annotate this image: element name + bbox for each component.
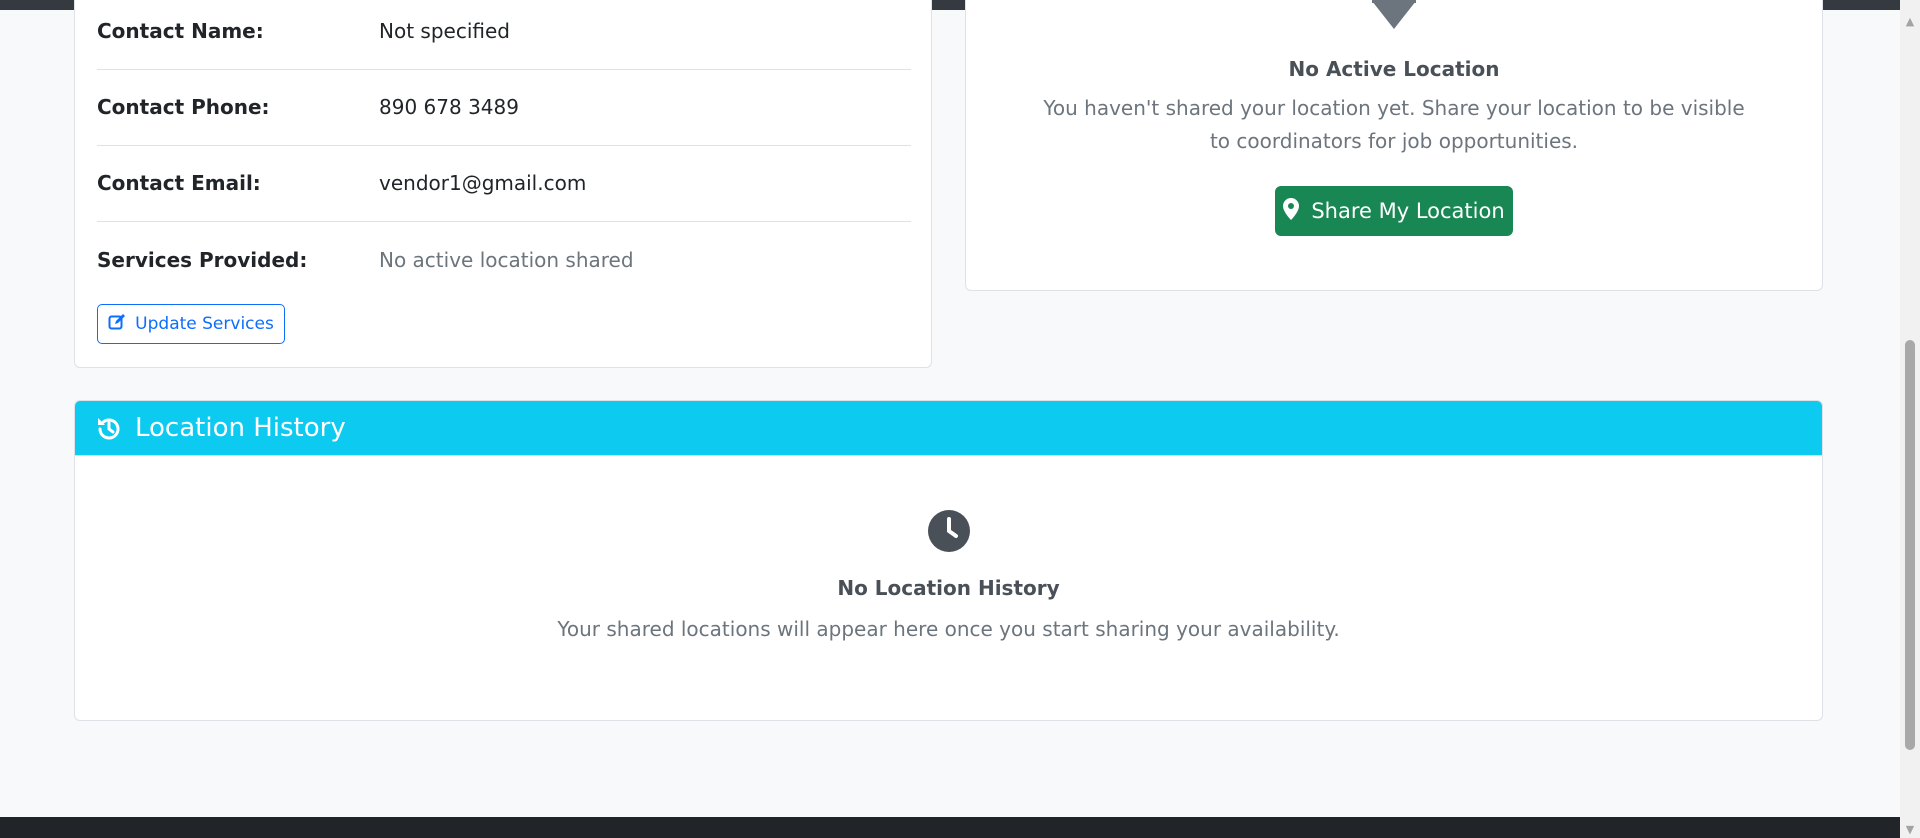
contact-email-row: Contact Email: vendor1@gmail.com <box>97 145 911 222</box>
edit-icon <box>108 313 126 336</box>
location-history-title: Location History <box>135 413 346 443</box>
location-status-card: No Active Location You haven't shared yo… <box>965 0 1823 291</box>
contact-phone-value: 890 678 3489 <box>379 95 519 119</box>
location-history-header: Location History <box>75 401 1822 456</box>
footer-bar <box>0 817 1900 838</box>
contact-name-row: Contact Name: Not specified <box>97 0 911 70</box>
contact-email-value: vendor1@gmail.com <box>379 171 587 195</box>
scrollbar-thumb[interactable] <box>1905 340 1915 750</box>
no-active-location-message: You haven't shared your location yet. Sh… <box>1043 96 1745 153</box>
map-pin-icon <box>1283 197 1300 225</box>
clock-icon <box>928 510 970 556</box>
update-services-label: Update Services <box>135 314 274 334</box>
contact-phone-row: Contact Phone: 890 678 3489 <box>97 69 911 146</box>
location-history-card: Location History No Location History You… <box>74 400 1823 721</box>
history-icon <box>95 415 123 447</box>
services-provided-label: Services Provided: <box>97 248 308 272</box>
no-location-history-title: No Location History <box>837 576 1060 600</box>
no-active-location-title: No Active Location <box>1288 57 1500 81</box>
contact-phone-label: Contact Phone: <box>97 95 270 119</box>
services-provided-value: No active location shared <box>379 248 634 272</box>
no-location-history-message: Your shared locations will appear here o… <box>557 617 1340 641</box>
page-scrollbar[interactable]: ▲ ▼ <box>1900 0 1920 838</box>
contact-name-value: Not specified <box>379 19 510 43</box>
contact-email-label: Contact Email: <box>97 171 261 195</box>
location-pin-tip <box>1372 1 1416 29</box>
services-provided-row: Services Provided: No active location sh… <box>97 222 911 298</box>
share-location-button[interactable]: Share My Location <box>1275 186 1513 236</box>
scroll-up-arrow-icon[interactable]: ▲ <box>1900 13 1920 30</box>
contact-name-label: Contact Name: <box>97 19 264 43</box>
vendor-details-card: Contact Name: Not specified Contact Phon… <box>74 0 932 368</box>
update-services-button[interactable]: Update Services <box>97 304 285 344</box>
share-location-label: Share My Location <box>1311 199 1505 223</box>
scroll-down-arrow-icon[interactable]: ▼ <box>1900 821 1920 838</box>
